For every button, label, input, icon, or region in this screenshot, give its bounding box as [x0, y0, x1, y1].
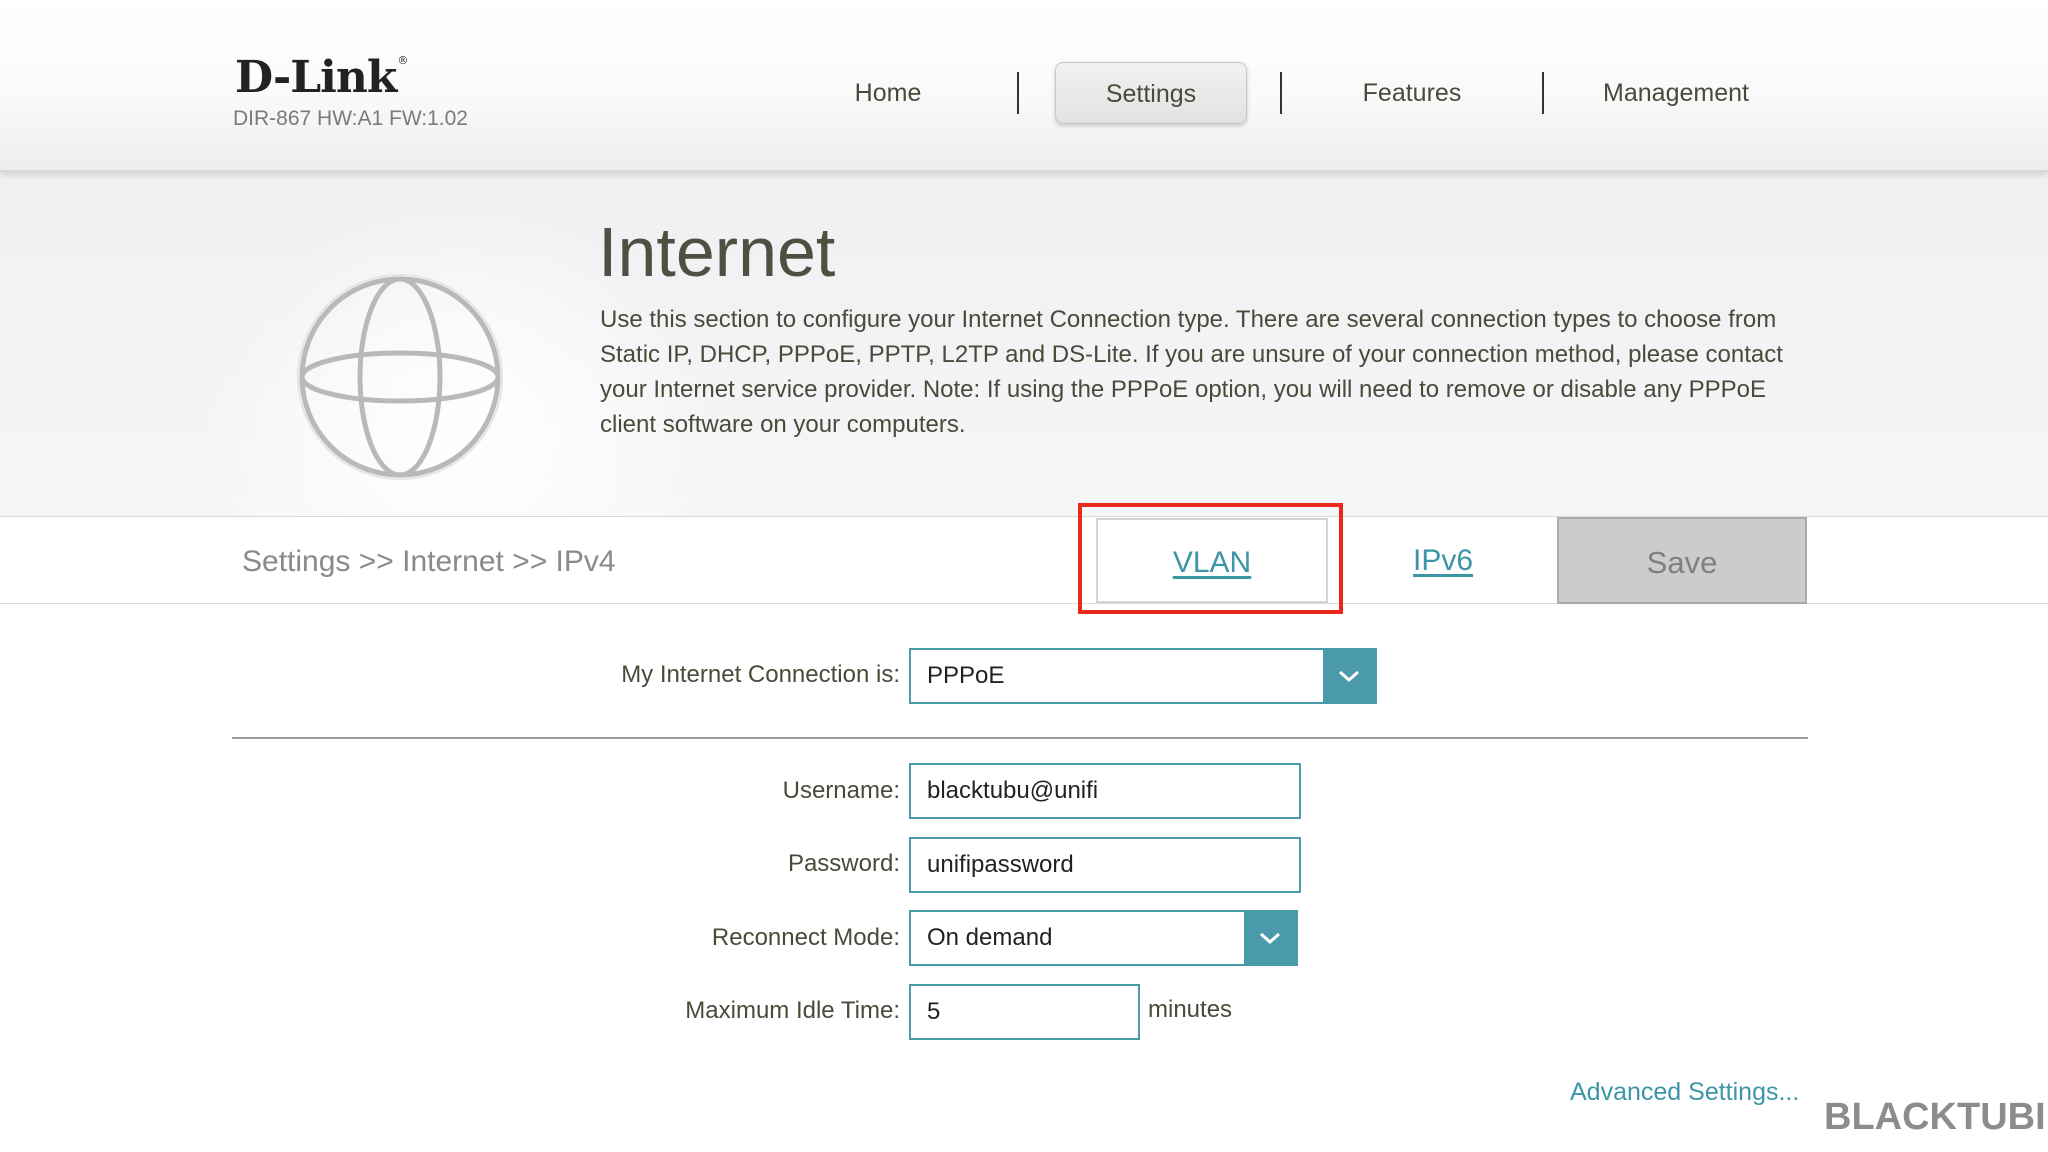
save-button[interactable]: Save [1557, 517, 1807, 604]
nav-separator [1280, 72, 1282, 114]
page-banner: Internet Use this section to configure y… [0, 172, 2048, 516]
password-label: Password: [787, 850, 900, 877]
idle-time-unit: minutes [1148, 996, 1233, 1023]
reconnect-mode-select[interactable]: On demand [909, 910, 1298, 966]
model-info: DIR-867 HW:A1 FW:1.02 [233, 107, 468, 130]
reconnect-mode-value: On demand [927, 924, 1053, 951]
nav-home[interactable]: Home [808, 62, 968, 124]
connection-type-select[interactable]: PPPoE [909, 648, 1377, 704]
advanced-settings-link[interactable]: Advanced Settings... [1570, 1078, 1799, 1107]
top-header: D-Link® DIR-867 HW:A1 FW:1.02 Home Setti… [0, 0, 2048, 172]
page-description: Use this section to configure your Inter… [600, 306, 1783, 438]
idle-time-label: Maximum Idle Time: [685, 997, 900, 1024]
nav-separator [1017, 72, 1019, 114]
watermark: BLACKTUBI [1824, 1096, 2046, 1138]
username-field[interactable]: blacktubu@unifi [909, 763, 1301, 819]
vlan-button[interactable]: VLAN [1096, 518, 1328, 603]
connection-type-label: My Internet Connection is: [621, 661, 900, 688]
ipv6-button[interactable]: IPv6 [1332, 517, 1554, 604]
registered-mark: ® [397, 54, 408, 67]
password-field[interactable]: unifipassword [909, 837, 1301, 893]
nav-settings[interactable]: Settings [1055, 62, 1247, 124]
globe-icon [297, 274, 503, 480]
section-divider [232, 737, 1808, 739]
nav-separator [1542, 72, 1544, 114]
dlink-logo: D-Link® [235, 52, 408, 103]
breadcrumb: Settings >> Internet >> IPv4 [242, 545, 616, 578]
connection-type-value: PPPoE [927, 662, 1005, 689]
reconnect-mode-label: Reconnect Mode: [711, 924, 900, 951]
username-label: Username: [782, 777, 900, 804]
idle-time-field[interactable]: 5 [909, 984, 1140, 1040]
chevron-down-icon[interactable] [1323, 650, 1375, 702]
nav-management[interactable]: Management [1590, 62, 1762, 124]
nav-features[interactable]: Features [1332, 62, 1492, 124]
logo-text: D-Link [235, 52, 397, 103]
page-title: Internet [598, 213, 836, 291]
chevron-down-icon[interactable] [1244, 912, 1296, 964]
action-bar: Settings >> Internet >> IPv4 VLAN IPv6 S… [0, 516, 2048, 604]
